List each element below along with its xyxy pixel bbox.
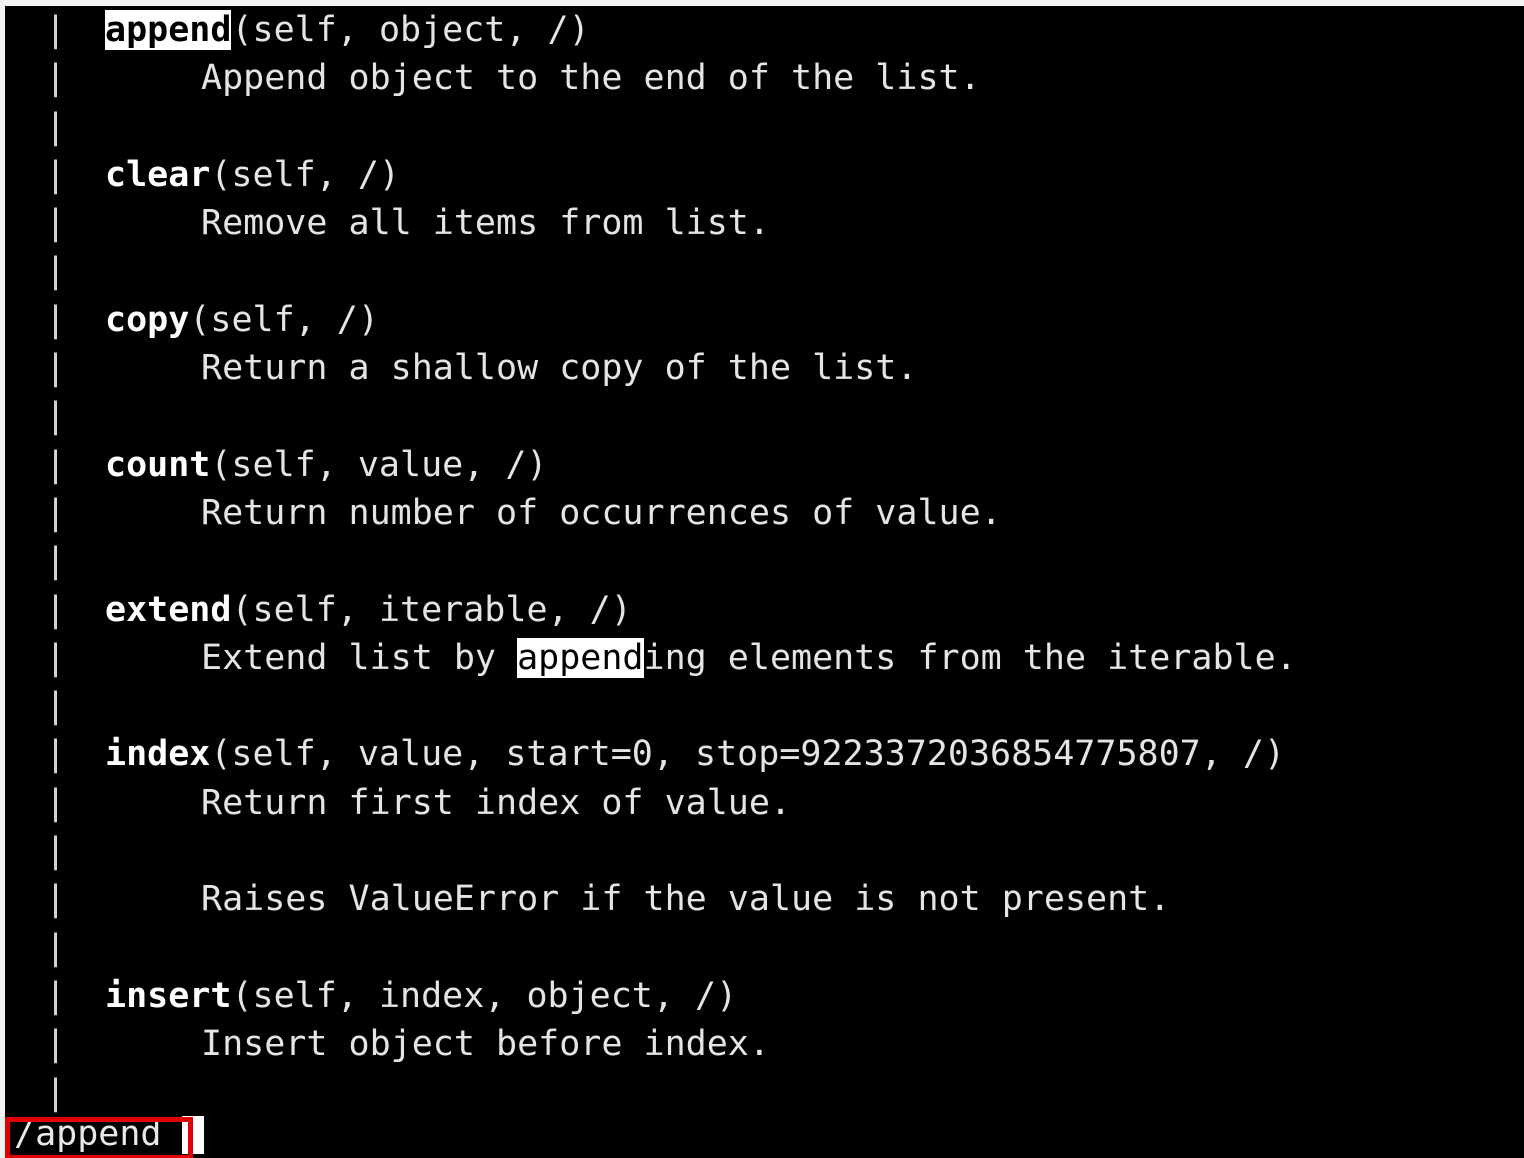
pager-content[interactable]: | append(self, object, /) | Append object t… — [5, 6, 1524, 1113]
method-signature: clear(self, /) — [105, 151, 400, 199]
gutter-pipe: | — [45, 589, 67, 630]
method-signature: copy(self, /) — [105, 296, 379, 344]
terminal-line: | — [5, 682, 1524, 730]
terminal-line: | — [5, 247, 1524, 295]
method-name: copy — [105, 299, 190, 340]
gutter-pipe: | — [45, 686, 67, 727]
terminal-line: | append(self, object, /) — [5, 6, 1524, 54]
gutter-pipe: | — [45, 251, 67, 292]
terminal-screen[interactable]: | append(self, object, /) | Append object t… — [5, 6, 1524, 1158]
gutter-pipe: | — [45, 58, 67, 99]
method-name: extend — [105, 589, 232, 630]
gutter-pipe: | — [45, 975, 67, 1016]
gutter-pipe: | — [45, 782, 67, 823]
gutter-pipe: | — [45, 106, 67, 147]
terminal-line: | — [5, 392, 1524, 440]
method-params: (self, value, start=0, stop=922337203685… — [210, 734, 1286, 775]
terminal-line: | insert(self, index, object, /) — [5, 972, 1524, 1020]
terminal-line: | clear(self, /) — [5, 151, 1524, 199]
gutter-pipe: | — [45, 203, 67, 244]
terminal-line: | Return number of occurrences of value. — [5, 489, 1524, 537]
gutter-pipe: | — [45, 396, 67, 437]
method-params: (self, /) — [189, 299, 379, 340]
method-description: Extend list by appending elements from t… — [201, 634, 1297, 682]
text-cursor — [182, 1116, 204, 1154]
terminal-line: | — [5, 924, 1524, 972]
method-description: Return number of occurrences of value. — [201, 489, 1002, 537]
gutter-pipe: | — [45, 927, 67, 968]
gutter-pipe: | — [45, 541, 67, 582]
method-params: (self, object, /) — [231, 10, 590, 50]
gutter-pipe: | — [45, 492, 67, 533]
pager-search-prompt[interactable]: /append — [5, 1110, 1524, 1158]
terminal-line: | Append object to the end of the list. — [5, 54, 1524, 102]
gutter-pipe: | — [45, 444, 67, 485]
gutter-pipe: | — [45, 10, 67, 50]
method-description: Append object to the end of the list. — [201, 54, 981, 102]
method-signature: insert(self, index, object, /) — [105, 972, 737, 1020]
description-text: Return first index of value. — [201, 782, 792, 823]
terminal-window: | append(self, object, /) | Append object t… — [0, 0, 1524, 1158]
method-signature: count(self, value, /) — [105, 441, 548, 489]
terminal-line: | Extend list by appending elements from … — [5, 634, 1524, 682]
gutter-pipe: | — [45, 154, 67, 195]
terminal-line: | index(self, value, start=0, stop=922337… — [5, 730, 1524, 778]
gutter-pipe: | — [45, 1024, 67, 1065]
method-params: (self, /) — [210, 154, 401, 195]
description-text: Return a shallow copy of the list. — [201, 348, 918, 389]
search-match-highlight: append — [517, 637, 644, 678]
terminal-line: | Raises ValueError if the value is not p… — [5, 875, 1524, 923]
gutter-pipe: | — [45, 734, 67, 775]
terminal-line: | Return first index of value. — [5, 779, 1524, 827]
method-params: (self, value, /) — [210, 444, 548, 485]
search-prompt-text: /append — [14, 1114, 162, 1154]
description-text: Append object to the end of the list. — [201, 58, 981, 99]
gutter-pipe: | — [45, 637, 67, 678]
method-name: clear — [105, 154, 211, 195]
method-name: index — [105, 734, 211, 775]
terminal-line: | — [5, 103, 1524, 151]
method-signature: index(self, value, start=0, stop=9223372… — [105, 730, 1285, 778]
gutter-pipe: | — [45, 348, 67, 389]
terminal-line: | Insert object before index. — [5, 1020, 1524, 1068]
terminal-line: | extend(self, iterable, /) — [5, 586, 1524, 634]
method-description: Raises ValueError if the value is not pr… — [201, 875, 1170, 923]
terminal-line: | — [5, 537, 1524, 585]
gutter-pipe: | — [45, 299, 67, 340]
gutter-pipe: | — [45, 831, 67, 872]
method-description: Return first index of value. — [201, 779, 791, 827]
method-name: count — [105, 444, 211, 485]
method-signature: append(self, object, /) — [105, 6, 590, 54]
terminal-line: | count(self, value, /) — [5, 441, 1524, 489]
description-text: Remove all items from list. — [201, 203, 770, 244]
method-description: Insert object before index. — [201, 1020, 770, 1068]
method-description: Return a shallow copy of the list. — [201, 344, 917, 392]
terminal-line: | Remove all items from list. — [5, 199, 1524, 247]
description-text: Return number of occurrences of value. — [201, 492, 1002, 533]
description-text: Insert object before index. — [201, 1024, 770, 1065]
description-text: Raises ValueError if the value is not pr… — [201, 879, 1171, 920]
method-params: (self, index, object, /) — [231, 975, 738, 1016]
terminal-line: | — [5, 827, 1524, 875]
terminal-line: | Return a shallow copy of the list. — [5, 344, 1524, 392]
method-params: (self, iterable, /) — [231, 589, 632, 630]
terminal-line: | copy(self, /) — [5, 296, 1524, 344]
method-name: insert — [105, 975, 232, 1016]
method-signature: extend(self, iterable, /) — [105, 586, 632, 634]
method-description: Remove all items from list. — [201, 199, 770, 247]
search-match-highlight: append — [105, 10, 232, 50]
description-text: Extend list by — [201, 637, 518, 678]
description-text: ing elements from the iterable. — [643, 637, 1297, 678]
gutter-pipe: | — [45, 879, 67, 920]
